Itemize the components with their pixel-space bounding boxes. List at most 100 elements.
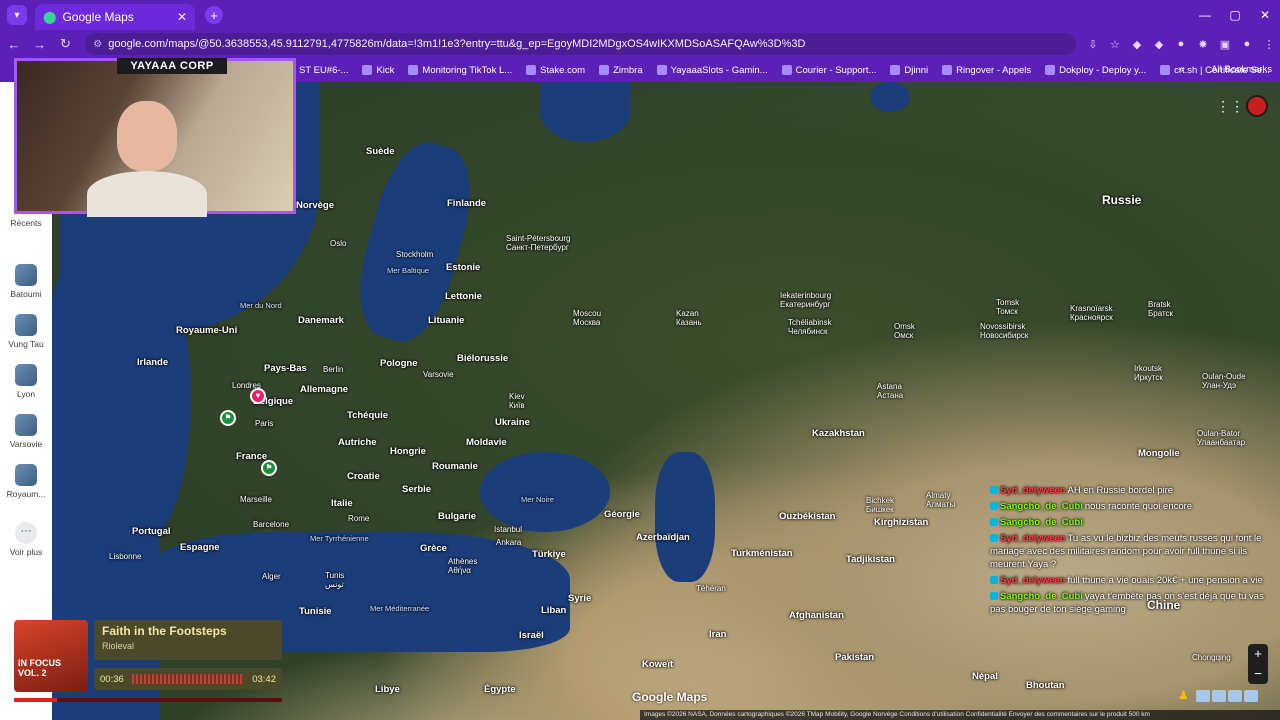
map-place-label[interactable]: Estonie (446, 262, 480, 273)
map-place-label[interactable]: Autriche (338, 437, 377, 448)
map-place-label[interactable]: Tunis (325, 571, 344, 580)
map-place-label[interactable]: Ukraine (495, 417, 530, 428)
map-place-label[interactable]: Київ (509, 401, 525, 410)
map-place-label[interactable]: Italie (331, 498, 353, 509)
map-place-label[interactable]: Братск (1148, 309, 1173, 318)
map-place-label[interactable]: Biélorussie (457, 353, 508, 364)
extension-icon[interactable]: ◆ (1148, 38, 1170, 51)
puzzle-icon[interactable]: ▣ (1214, 38, 1236, 51)
street-view-pegman-icon[interactable]: ♟ (1178, 688, 1189, 702)
layer-thumbnails[interactable] (1196, 690, 1258, 702)
map-place-label[interactable]: Kazan (676, 309, 699, 318)
map-place-label[interactable]: Norvège (296, 200, 334, 211)
map-place-label[interactable]: Mer Baltique (387, 266, 429, 275)
close-window-button[interactable]: ✕ (1250, 0, 1280, 30)
map-place-label[interactable]: Türkiye (532, 549, 566, 560)
map-place-label[interactable]: Oulan-Oude (1202, 372, 1246, 381)
bookmark-item[interactable]: Zimbra (599, 65, 643, 76)
map-place-label[interactable]: Lisbonne (109, 552, 141, 561)
map-place-label[interactable]: Pakistan (835, 652, 874, 663)
tab-close-icon[interactable]: ✕ (177, 10, 187, 24)
map-place-label[interactable]: Ankara (496, 538, 521, 547)
map-place-label[interactable]: Улан-Удэ (1202, 381, 1236, 390)
all-bookmarks-button[interactable]: All Bookmarks (1211, 64, 1272, 75)
forward-button[interactable]: → (28, 37, 52, 52)
map-place-label[interactable]: Tchéliabinsk (788, 318, 832, 327)
map-place-label[interactable]: Népal (972, 671, 998, 682)
bookmark-item[interactable]: Stake.com (526, 65, 585, 76)
saved-place-marker[interactable]: ♥ (250, 388, 266, 404)
map-place-label[interactable]: Kirghizistan (874, 517, 928, 528)
map-place-label[interactable]: Oslo (330, 239, 346, 248)
recent-place-item[interactable]: Royaum... (0, 464, 52, 499)
map-place-label[interactable]: Иркутск (1134, 373, 1163, 382)
map-place-label[interactable]: Saint-Pétersbourg (506, 234, 570, 243)
bookmark-item[interactable]: Dokploy - Deploy y... (1045, 65, 1146, 76)
map-place-label[interactable]: Bratsk (1148, 300, 1171, 309)
map-place-label[interactable]: Irkoutsk (1134, 364, 1162, 373)
bookmark-item[interactable]: Kick (362, 65, 394, 76)
map-place-label[interactable]: Paris (255, 419, 273, 428)
bookmark-item[interactable]: YayaaaSlots - Gamin... (656, 65, 768, 76)
map-place-label[interactable]: Istanbul (494, 525, 522, 534)
map-place-label[interactable]: Alger (262, 572, 281, 581)
map-place-label[interactable]: Αθήνα (448, 566, 471, 575)
bookmark-item[interactable]: Monitoring TikTok L... (408, 65, 512, 76)
map-place-label[interactable]: Varsovie (423, 370, 454, 379)
map-place-label[interactable]: Bulgarie (438, 511, 476, 522)
map-place-label[interactable]: Iran (709, 629, 726, 640)
map-place-label[interactable]: Mer Tyrrhénienne (310, 534, 369, 543)
map-place-label[interactable]: Liban (541, 605, 566, 616)
map-place-label[interactable]: تونس (325, 580, 344, 589)
map-place-label[interactable]: Krasnoïarsk (1070, 304, 1113, 313)
map-place-label[interactable]: Красноярск (1070, 313, 1113, 322)
zoom-out-button[interactable]: − (1248, 664, 1268, 684)
map-place-label[interactable]: Tunisie (299, 606, 332, 617)
map-place-label[interactable]: Téhéran (696, 584, 726, 593)
map-place-label[interactable]: Omsk (894, 322, 915, 331)
map-place-label[interactable]: Бишкек (866, 505, 894, 514)
bookmarks-overflow-icon[interactable]: » (1178, 64, 1184, 75)
map-place-label[interactable]: Serbie (402, 484, 431, 495)
map-place-label[interactable]: Russie (1102, 193, 1141, 207)
map-place-label[interactable]: Azerbaïdjan (636, 532, 690, 543)
back-button[interactable]: ← (2, 37, 26, 52)
bookmark-item[interactable]: Courier - Support... (781, 65, 876, 76)
menu-dots-icon[interactable]: ⋮ (1258, 38, 1280, 51)
map-place-label[interactable]: Croatie (347, 471, 380, 482)
map-place-label[interactable]: Tadjikistan (846, 554, 895, 565)
map-place-label[interactable]: Kazakhstan (812, 428, 865, 439)
map-place-label[interactable]: France (236, 451, 267, 462)
map-place-label[interactable]: Turkménistan (731, 548, 793, 559)
map-place-label[interactable]: Новосибирск (980, 331, 1028, 340)
map-place-label[interactable]: Afghanistan (789, 610, 844, 621)
zoom-in-button[interactable]: + (1248, 644, 1268, 664)
map-place-label[interactable]: Chongqing (1192, 653, 1231, 662)
minimize-button[interactable]: — (1190, 0, 1220, 30)
recent-place-item[interactable]: Vung Tau (0, 314, 52, 349)
map-place-label[interactable]: Berlin (323, 365, 343, 374)
map-place-label[interactable]: Finlande (447, 198, 486, 209)
map-place-label[interactable]: Tchéquie (347, 410, 388, 421)
map-place-label[interactable]: Moscou (573, 309, 601, 318)
map-place-label[interactable]: Israël (519, 630, 544, 641)
map-place-label[interactable]: Санкт-Петербург (506, 243, 569, 252)
flag-marker[interactable]: ⚑ (261, 460, 277, 476)
map-place-label[interactable]: Roumanie (432, 461, 478, 472)
map-place-label[interactable]: Астана (877, 391, 903, 400)
map-place-label[interactable]: Danemark (298, 315, 344, 326)
map-place-label[interactable]: Челябинск (788, 327, 827, 336)
profile-icon[interactable]: ● (1236, 38, 1258, 51)
map-place-label[interactable]: Portugal (132, 526, 171, 537)
map-place-label[interactable]: Lituanie (428, 315, 464, 326)
map-place-label[interactable]: Улаанбаатар (1197, 438, 1245, 447)
map-place-label[interactable]: Espagne (180, 542, 220, 553)
bookmark-star-icon[interactable]: ☆ (1104, 38, 1126, 51)
extension-icon[interactable]: ✸ (1192, 38, 1214, 51)
map-place-label[interactable]: Royaume-Uni (176, 325, 237, 336)
map-place-label[interactable]: Grèce (420, 543, 447, 554)
map-place-label[interactable]: Marseille (240, 495, 272, 504)
map-place-label[interactable]: Rome (348, 514, 369, 523)
map-place-label[interactable]: Athènes (448, 557, 477, 566)
map-place-label[interactable]: Koweït (642, 659, 673, 670)
